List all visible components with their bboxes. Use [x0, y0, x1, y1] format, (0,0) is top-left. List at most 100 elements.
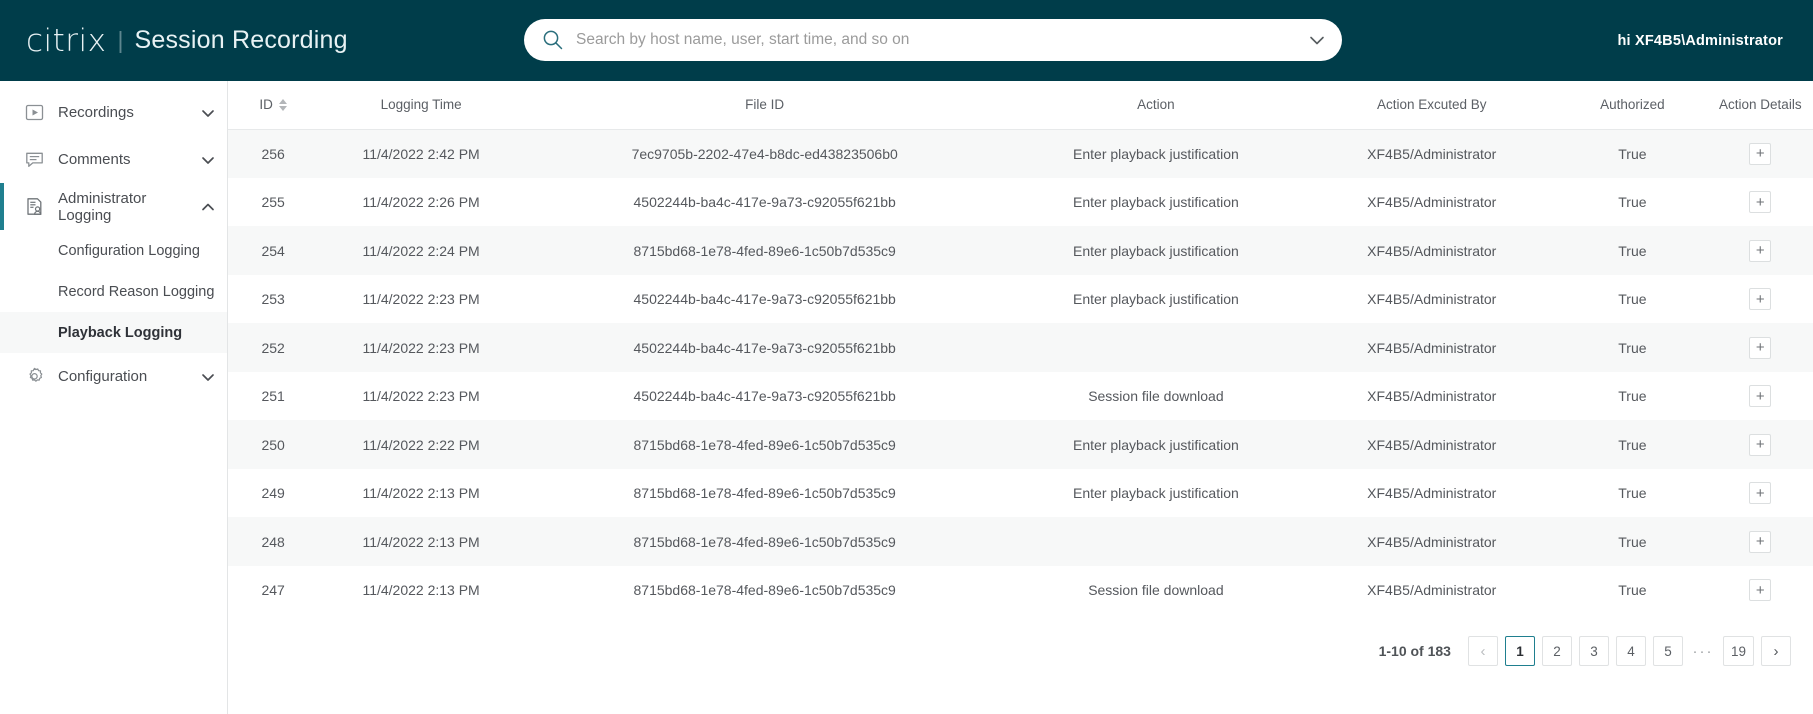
column-header-authorized[interactable]: Authorized: [1557, 81, 1707, 129]
expand-row-plus-icon[interactable]: +: [1749, 385, 1771, 407]
pagination-page-4[interactable]: 4: [1616, 636, 1646, 666]
cell-authorized: True: [1557, 178, 1707, 227]
sidebar-item-administrator-logging[interactable]: Administrator Logging: [0, 183, 227, 230]
cell-action: [1005, 323, 1306, 372]
cell-id: 249: [228, 469, 318, 518]
cell-action: Enter playback justification: [1005, 469, 1306, 518]
table-header-row: ID Logging Time File ID: [228, 81, 1813, 129]
chevron-down-icon[interactable]: [197, 105, 227, 121]
pagination-page-2[interactable]: 2: [1542, 636, 1572, 666]
cell-logging-time: 11/4/2022 2:13 PM: [318, 566, 524, 615]
sidebar-subitem-label: Configuration Logging: [58, 243, 200, 259]
pagination-page-last[interactable]: 19: [1723, 636, 1754, 666]
chevron-down-icon[interactable]: [197, 152, 227, 168]
sidebar-item-label: Recordings: [58, 104, 197, 121]
pagination-next-button[interactable]: ›: [1761, 636, 1791, 666]
cell-id: 252: [228, 323, 318, 372]
table-row[interactable]: 25411/4/2022 2:24 PM8715bd68-1e78-4fed-8…: [228, 226, 1813, 275]
expand-row-plus-icon[interactable]: +: [1749, 337, 1771, 359]
main-content: ID Logging Time File ID: [228, 81, 1813, 714]
cell-id: 254: [228, 226, 318, 275]
cell-action-details: +: [1708, 129, 1813, 178]
chevron-down-icon[interactable]: [197, 369, 227, 385]
pagination: 1-10 of 183 ‹ 1 2 3 4 5 ··· 19 ›: [228, 614, 1813, 666]
cell-authorized: True: [1557, 566, 1707, 615]
column-header-action-details[interactable]: Action Details: [1708, 81, 1813, 129]
cell-action: Session file download: [1005, 566, 1306, 615]
search-input[interactable]: [576, 31, 1302, 49]
expand-row-plus-icon[interactable]: +: [1749, 579, 1771, 601]
search-dropdown-chevron-down-icon[interactable]: [1302, 25, 1332, 55]
expand-row-plus-icon[interactable]: +: [1749, 240, 1771, 262]
sidebar-item-recordings[interactable]: Recordings: [0, 89, 227, 136]
column-header-action[interactable]: Action: [1005, 81, 1306, 129]
cell-action: Session file download: [1005, 372, 1306, 421]
cell-id: 256: [228, 129, 318, 178]
app-body: Recordings Comments: [0, 81, 1813, 714]
table-row[interactable]: 25611/4/2022 2:42 PM7ec9705b-2202-47e4-b…: [228, 129, 1813, 178]
table-row[interactable]: 25111/4/2022 2:23 PM4502244b-ba4c-417e-9…: [228, 372, 1813, 421]
cell-file-id: 8715bd68-1e78-4fed-89e6-1c50b7d535c9: [524, 566, 1006, 615]
column-header-file-id[interactable]: File ID: [524, 81, 1006, 129]
column-header-label: Logging Time: [381, 97, 462, 114]
expand-row-plus-icon[interactable]: +: [1749, 434, 1771, 456]
cell-action-executed-by: XF4B5/Administrator: [1306, 323, 1557, 372]
cell-action-details: +: [1708, 323, 1813, 372]
sidebar-subitem-record-reason-logging[interactable]: Record Reason Logging: [0, 271, 227, 312]
sidebar-item-comments[interactable]: Comments: [0, 136, 227, 183]
cell-logging-time: 11/4/2022 2:13 PM: [318, 517, 524, 566]
cell-action-executed-by: XF4B5/Administrator: [1306, 517, 1557, 566]
pagination-page-1[interactable]: 1: [1505, 636, 1535, 666]
sidebar-subitem-playback-logging[interactable]: Playback Logging: [0, 312, 227, 353]
cell-id: 253: [228, 275, 318, 324]
pagination-page-3[interactable]: 3: [1579, 636, 1609, 666]
cell-file-id: 4502244b-ba4c-417e-9a73-c92055f621bb: [524, 372, 1006, 421]
cell-logging-time: 11/4/2022 2:23 PM: [318, 275, 524, 324]
sidebar-item-configuration[interactable]: Configuration: [0, 353, 227, 400]
cell-action-executed-by: XF4B5/Administrator: [1306, 275, 1557, 324]
pagination-prev-button[interactable]: ‹: [1468, 636, 1498, 666]
sidebar-item-label: Administrator Logging: [58, 190, 197, 224]
cell-action-details: +: [1708, 275, 1813, 324]
cell-authorized: True: [1557, 372, 1707, 421]
table-row[interactable]: 25311/4/2022 2:23 PM4502244b-ba4c-417e-9…: [228, 275, 1813, 324]
cell-authorized: True: [1557, 420, 1707, 469]
pagination-page-5[interactable]: 5: [1653, 636, 1683, 666]
expand-row-plus-icon[interactable]: +: [1749, 288, 1771, 310]
cell-action-executed-by: XF4B5/Administrator: [1306, 129, 1557, 178]
cell-file-id: 7ec9705b-2202-47e4-b8dc-ed43823506b0: [524, 129, 1006, 178]
sidebar-navigation: Recordings Comments: [0, 81, 228, 714]
table-row[interactable]: 24811/4/2022 2:13 PM8715bd68-1e78-4fed-8…: [228, 517, 1813, 566]
table-row[interactable]: 25511/4/2022 2:26 PM4502244b-ba4c-417e-9…: [228, 178, 1813, 227]
cell-logging-time: 11/4/2022 2:23 PM: [318, 323, 524, 372]
user-greeting-label: hi XF4B5\Administrator: [1617, 33, 1783, 49]
cell-action-details: +: [1708, 226, 1813, 275]
chevron-up-icon[interactable]: [197, 199, 227, 215]
expand-row-plus-icon[interactable]: +: [1749, 191, 1771, 213]
search-bar[interactable]: [524, 19, 1342, 61]
cell-logging-time: 11/4/2022 2:22 PM: [318, 420, 524, 469]
sort-arrows-icon[interactable]: [279, 99, 287, 111]
table-row[interactable]: 24911/4/2022 2:13 PM8715bd68-1e78-4fed-8…: [228, 469, 1813, 518]
table-row[interactable]: 25011/4/2022 2:22 PM8715bd68-1e78-4fed-8…: [228, 420, 1813, 469]
column-header-logging-time[interactable]: Logging Time: [318, 81, 524, 129]
cell-id: 248: [228, 517, 318, 566]
column-header-id[interactable]: ID: [228, 81, 318, 129]
table-row[interactable]: 24711/4/2022 2:13 PM8715bd68-1e78-4fed-8…: [228, 566, 1813, 615]
expand-row-plus-icon[interactable]: +: [1749, 482, 1771, 504]
sidebar-subitem-configuration-logging[interactable]: Configuration Logging: [0, 230, 227, 271]
cell-logging-time: 11/4/2022 2:13 PM: [318, 469, 524, 518]
table-row[interactable]: 25211/4/2022 2:23 PM4502244b-ba4c-417e-9…: [228, 323, 1813, 372]
brand-logo[interactable]: citrix | Session Recording: [0, 23, 348, 59]
cell-file-id: 4502244b-ba4c-417e-9a73-c92055f621bb: [524, 178, 1006, 227]
cell-action-details: +: [1708, 566, 1813, 615]
column-header-action-executed-by[interactable]: Action Excuted By: [1306, 81, 1557, 129]
cell-action-details: +: [1708, 178, 1813, 227]
cell-file-id: 8715bd68-1e78-4fed-89e6-1c50b7d535c9: [524, 469, 1006, 518]
cell-action-details: +: [1708, 420, 1813, 469]
play-box-icon: [22, 102, 46, 123]
cell-action-executed-by: XF4B5/Administrator: [1306, 226, 1557, 275]
expand-row-plus-icon[interactable]: +: [1749, 531, 1771, 553]
brand-separator: |: [118, 27, 124, 54]
expand-row-plus-icon[interactable]: +: [1749, 143, 1771, 165]
